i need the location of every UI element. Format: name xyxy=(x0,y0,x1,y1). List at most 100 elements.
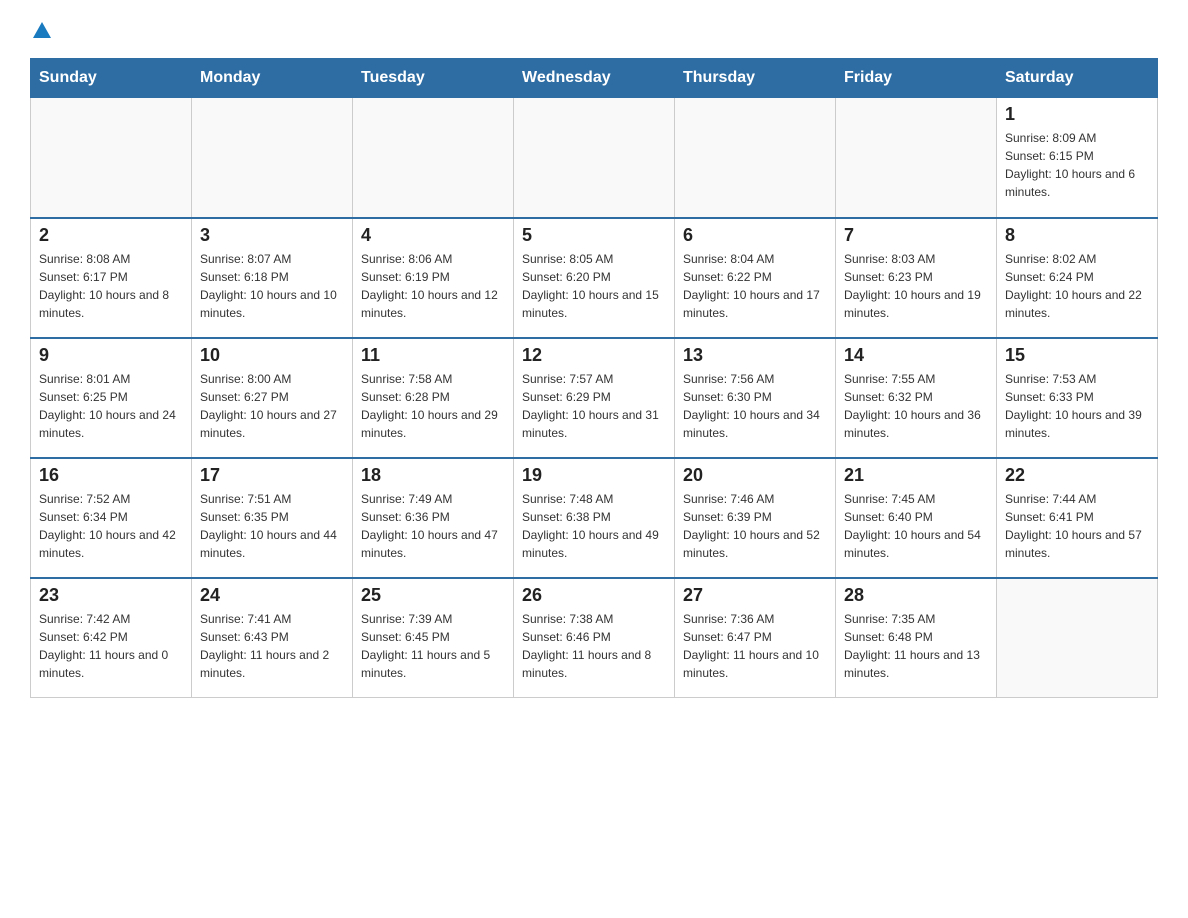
day-number: 9 xyxy=(39,345,183,366)
weekday-header-wednesday: Wednesday xyxy=(514,59,675,98)
day-number: 25 xyxy=(361,585,505,606)
calendar-cell: 22 Sunrise: 7:44 AMSunset: 6:41 PMDayligh… xyxy=(997,458,1158,578)
day-number: 4 xyxy=(361,225,505,246)
calendar-cell: 15Sunrise: 7:53 AMSunset: 6:33 PMDayligh… xyxy=(997,338,1158,458)
day-number: 21 xyxy=(844,465,988,486)
calendar-cell: 21 Sunrise: 7:45 AMSunset: 6:40 PMDayligh… xyxy=(836,458,997,578)
day-number: 24 xyxy=(200,585,344,606)
calendar-cell: 12 Sunrise: 7:57 AMSunset: 6:29 PMDayligh… xyxy=(514,338,675,458)
calendar-cell: 1 Sunrise: 8:09 AMSunset: 6:15 PMDaylight… xyxy=(997,98,1158,218)
day-number: 17 xyxy=(200,465,344,486)
day-info: Sunrise: 7:41 AMSunset: 6:43 PMDaylight:… xyxy=(200,610,344,682)
day-info: Sunrise: 7:58 AMSunset: 6:28 PMDaylight:… xyxy=(361,370,505,442)
calendar-cell: 3 Sunrise: 8:07 AMSunset: 6:18 PMDaylight… xyxy=(192,218,353,338)
day-info: Sunrise: 7:52 AMSunset: 6:34 PMDaylight:… xyxy=(39,490,183,562)
day-number: 3 xyxy=(200,225,344,246)
calendar-cell: 9 Sunrise: 8:01 AMSunset: 6:25 PMDaylight… xyxy=(31,338,192,458)
day-number: 26 xyxy=(522,585,666,606)
calendar-cell xyxy=(353,98,514,218)
calendar-cell: 8 Sunrise: 8:02 AMSunset: 6:24 PMDaylight… xyxy=(997,218,1158,338)
day-info: Sunrise: 8:09 AMSunset: 6:15 PMDaylight:… xyxy=(1005,129,1149,201)
day-info: Sunrise: 7:45 AMSunset: 6:40 PMDaylight:… xyxy=(844,490,988,562)
day-number: 19 xyxy=(522,465,666,486)
day-info: Sunrise: 7:55 AMSunset: 6:32 PMDaylight:… xyxy=(844,370,988,442)
calendar-cell: 20Sunrise: 7:46 AMSunset: 6:39 PMDayligh… xyxy=(675,458,836,578)
day-number: 8 xyxy=(1005,225,1149,246)
calendar-cell: 18Sunrise: 7:49 AMSunset: 6:36 PMDayligh… xyxy=(353,458,514,578)
calendar-cell: 13Sunrise: 7:56 AMSunset: 6:30 PMDayligh… xyxy=(675,338,836,458)
day-number: 7 xyxy=(844,225,988,246)
weekday-header-saturday: Saturday xyxy=(997,59,1158,98)
day-info: Sunrise: 7:48 AMSunset: 6:38 PMDaylight:… xyxy=(522,490,666,562)
calendar-cell: 10 Sunrise: 8:00 AMSunset: 6:27 PMDayligh… xyxy=(192,338,353,458)
weekday-header-monday: Monday xyxy=(192,59,353,98)
day-info: Sunrise: 8:07 AMSunset: 6:18 PMDaylight:… xyxy=(200,250,344,322)
day-info: Sunrise: 7:38 AMSunset: 6:46 PMDaylight:… xyxy=(522,610,666,682)
calendar-cell: 23 Sunrise: 7:42 AMSunset: 6:42 PMDayligh… xyxy=(31,578,192,698)
day-number: 14 xyxy=(844,345,988,366)
logo-line1 xyxy=(30,20,54,42)
day-info: Sunrise: 8:01 AMSunset: 6:25 PMDaylight:… xyxy=(39,370,183,442)
day-number: 10 xyxy=(200,345,344,366)
day-number: 12 xyxy=(522,345,666,366)
calendar-cell: 28 Sunrise: 7:35 AMSunset: 6:48 PMDayligh… xyxy=(836,578,997,698)
day-info: Sunrise: 8:02 AMSunset: 6:24 PMDaylight:… xyxy=(1005,250,1149,322)
calendar-cell: 16 Sunrise: 7:52 AMSunset: 6:34 PMDayligh… xyxy=(31,458,192,578)
day-info: Sunrise: 7:42 AMSunset: 6:42 PMDaylight:… xyxy=(39,610,183,682)
day-number: 18 xyxy=(361,465,505,486)
day-number: 22 xyxy=(1005,465,1149,486)
logo-triangle-icon xyxy=(31,20,53,42)
weekday-header-row: SundayMondayTuesdayWednesdayThursdayFrid… xyxy=(31,59,1158,98)
day-number: 11 xyxy=(361,345,505,366)
logo xyxy=(30,20,54,42)
calendar-cell: 27Sunrise: 7:36 AMSunset: 6:47 PMDayligh… xyxy=(675,578,836,698)
day-info: Sunrise: 8:03 AMSunset: 6:23 PMDaylight:… xyxy=(844,250,988,322)
day-info: Sunrise: 7:39 AMSunset: 6:45 PMDaylight:… xyxy=(361,610,505,682)
calendar-cell: 24 Sunrise: 7:41 AMSunset: 6:43 PMDayligh… xyxy=(192,578,353,698)
calendar-cell: 14 Sunrise: 7:55 AMSunset: 6:32 PMDayligh… xyxy=(836,338,997,458)
day-number: 1 xyxy=(1005,104,1149,125)
day-number: 16 xyxy=(39,465,183,486)
day-info: Sunrise: 7:44 AMSunset: 6:41 PMDaylight:… xyxy=(1005,490,1149,562)
calendar-week-1: 1 Sunrise: 8:09 AMSunset: 6:15 PMDaylight… xyxy=(31,98,1158,218)
calendar-cell: 4 Sunrise: 8:06 AMSunset: 6:19 PMDaylight… xyxy=(353,218,514,338)
page-header xyxy=(30,20,1158,42)
weekday-header-sunday: Sunday xyxy=(31,59,192,98)
calendar-table: SundayMondayTuesdayWednesdayThursdayFrid… xyxy=(30,58,1158,698)
calendar-cell: 7 Sunrise: 8:03 AMSunset: 6:23 PMDaylight… xyxy=(836,218,997,338)
calendar-cell xyxy=(514,98,675,218)
calendar-week-2: 2 Sunrise: 8:08 AMSunset: 6:17 PMDaylight… xyxy=(31,218,1158,338)
calendar-week-4: 16 Sunrise: 7:52 AMSunset: 6:34 PMDayligh… xyxy=(31,458,1158,578)
calendar-cell: 6 Sunrise: 8:04 AMSunset: 6:22 PMDaylight… xyxy=(675,218,836,338)
weekday-header-thursday: Thursday xyxy=(675,59,836,98)
calendar-cell: 17 Sunrise: 7:51 AMSunset: 6:35 PMDayligh… xyxy=(192,458,353,578)
calendar-cell: 25 Sunrise: 7:39 AMSunset: 6:45 PMDayligh… xyxy=(353,578,514,698)
day-info: Sunrise: 7:56 AMSunset: 6:30 PMDaylight:… xyxy=(683,370,827,442)
day-info: Sunrise: 8:06 AMSunset: 6:19 PMDaylight:… xyxy=(361,250,505,322)
calendar-cell xyxy=(192,98,353,218)
day-info: Sunrise: 7:51 AMSunset: 6:35 PMDaylight:… xyxy=(200,490,344,562)
day-info: Sunrise: 8:00 AMSunset: 6:27 PMDaylight:… xyxy=(200,370,344,442)
day-info: Sunrise: 8:04 AMSunset: 6:22 PMDaylight:… xyxy=(683,250,827,322)
calendar-cell: 11 Sunrise: 7:58 AMSunset: 6:28 PMDayligh… xyxy=(353,338,514,458)
calendar-cell xyxy=(31,98,192,218)
weekday-header-tuesday: Tuesday xyxy=(353,59,514,98)
day-number: 6 xyxy=(683,225,827,246)
calendar-week-5: 23 Sunrise: 7:42 AMSunset: 6:42 PMDayligh… xyxy=(31,578,1158,698)
day-number: 23 xyxy=(39,585,183,606)
day-info: Sunrise: 7:46 AMSunset: 6:39 PMDaylight:… xyxy=(683,490,827,562)
day-info: Sunrise: 8:08 AMSunset: 6:17 PMDaylight:… xyxy=(39,250,183,322)
calendar-cell: 2 Sunrise: 8:08 AMSunset: 6:17 PMDaylight… xyxy=(31,218,192,338)
calendar-cell xyxy=(997,578,1158,698)
day-info: Sunrise: 7:35 AMSunset: 6:48 PMDaylight:… xyxy=(844,610,988,682)
calendar-week-3: 9 Sunrise: 8:01 AMSunset: 6:25 PMDaylight… xyxy=(31,338,1158,458)
calendar-cell xyxy=(675,98,836,218)
day-info: Sunrise: 8:05 AMSunset: 6:20 PMDaylight:… xyxy=(522,250,666,322)
day-number: 2 xyxy=(39,225,183,246)
day-info: Sunrise: 7:57 AMSunset: 6:29 PMDaylight:… xyxy=(522,370,666,442)
calendar-cell xyxy=(836,98,997,218)
calendar-cell: 26 Sunrise: 7:38 AMSunset: 6:46 PMDayligh… xyxy=(514,578,675,698)
weekday-header-friday: Friday xyxy=(836,59,997,98)
day-number: 28 xyxy=(844,585,988,606)
day-number: 27 xyxy=(683,585,827,606)
